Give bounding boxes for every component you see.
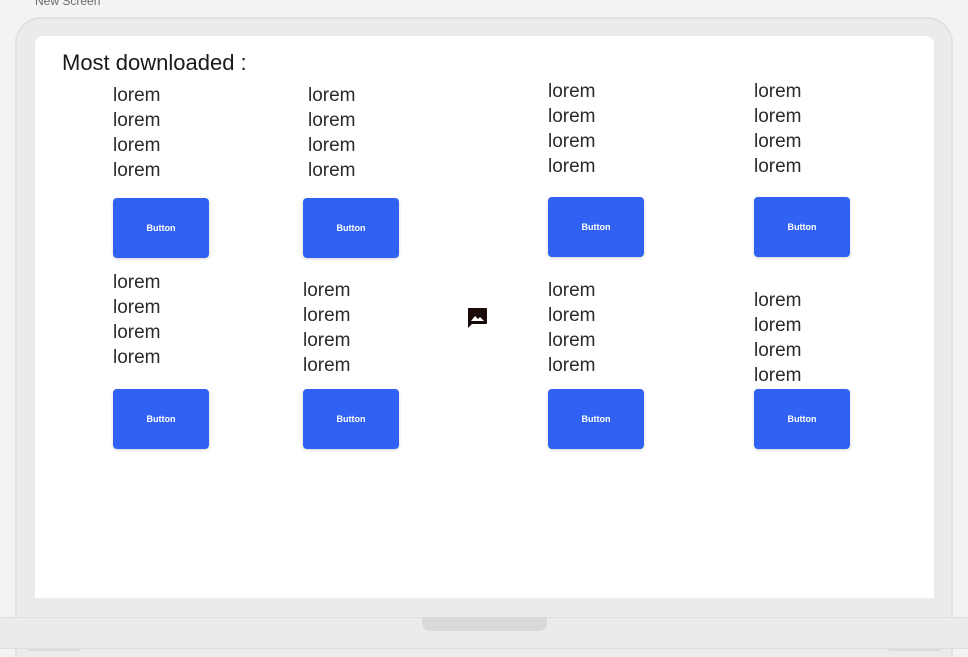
list-item: lorem lorem lorem lorem (548, 79, 596, 179)
list-item: lorem lorem lorem lorem (113, 270, 161, 370)
item-text: lorem (113, 160, 161, 181)
item-text: lorem (113, 322, 161, 343)
item-text: lorem (754, 106, 802, 127)
screen-label: New Screen (35, 0, 101, 8)
item-text: lorem (308, 110, 356, 131)
list-item: lorem lorem lorem lorem (113, 83, 161, 183)
laptop-foot-left (28, 649, 80, 651)
item-text: lorem (303, 355, 351, 376)
item-text: lorem (113, 135, 161, 156)
download-button[interactable]: Button (113, 198, 209, 258)
item-text: lorem (754, 131, 802, 152)
laptop-notch (422, 617, 547, 631)
item-text: lorem (548, 81, 596, 102)
download-button[interactable]: Button (754, 197, 850, 257)
download-button[interactable]: Button (113, 389, 209, 449)
list-item: lorem lorem lorem lorem (754, 288, 802, 388)
item-text: lorem (754, 81, 802, 102)
item-text: lorem (308, 135, 356, 156)
download-button[interactable]: Button (754, 389, 850, 449)
item-text: lorem (303, 330, 351, 351)
item-text: lorem (754, 290, 802, 311)
item-text: lorem (548, 131, 596, 152)
item-text: lorem (548, 305, 596, 326)
item-text: lorem (548, 106, 596, 127)
image-message-icon (468, 308, 487, 328)
item-text: lorem (303, 305, 351, 326)
list-item: lorem lorem lorem lorem (754, 79, 802, 179)
item-text: lorem (113, 272, 161, 293)
list-item: lorem lorem lorem lorem (308, 83, 356, 183)
item-text: lorem (308, 160, 356, 181)
item-text: lorem (754, 340, 802, 361)
item-text: lorem (754, 315, 802, 336)
item-text: lorem (303, 280, 351, 301)
item-text: lorem (548, 330, 596, 351)
item-text: lorem (548, 280, 596, 301)
list-item: lorem lorem lorem lorem (303, 278, 351, 378)
item-text: lorem (754, 365, 802, 386)
item-text: lorem (113, 110, 161, 131)
download-button[interactable]: Button (548, 389, 644, 449)
item-text: lorem (548, 156, 596, 177)
item-text: lorem (754, 156, 802, 177)
item-text: lorem (308, 85, 356, 106)
download-button[interactable]: Button (548, 197, 644, 257)
list-item: lorem lorem lorem lorem (548, 278, 596, 378)
item-text: lorem (113, 347, 161, 368)
page-title: Most downloaded : (62, 50, 247, 75)
download-button[interactable]: Button (303, 198, 399, 258)
item-text: lorem (113, 297, 161, 318)
download-button[interactable]: Button (303, 389, 399, 449)
item-text: lorem (548, 355, 596, 376)
laptop-foot-right (889, 649, 941, 651)
item-text: lorem (113, 85, 161, 106)
